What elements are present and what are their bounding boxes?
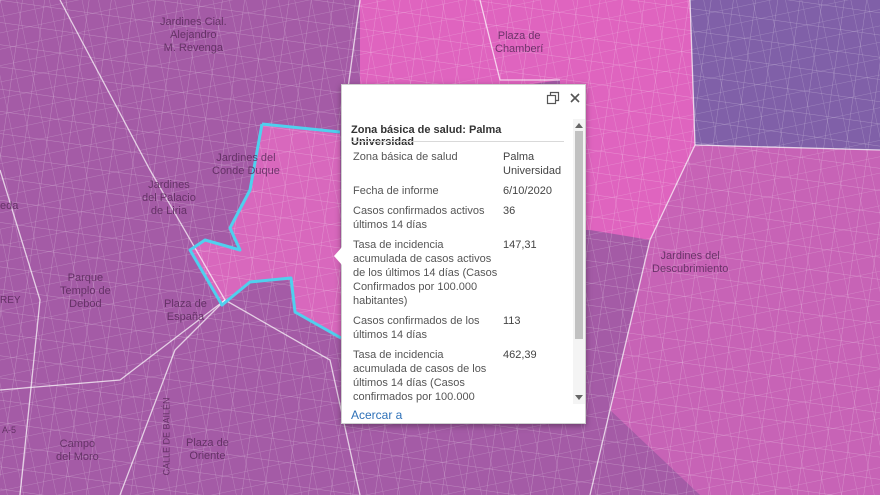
close-icon[interactable]: [568, 91, 582, 105]
map-label-jardines-palacio-liria: Jardines del Palacio de Liria: [142, 179, 196, 217]
attribute-value: 113: [503, 315, 521, 327]
attribute-key: Fecha de informe: [353, 185, 439, 197]
map-label-campo-del-moro: Campo del Moro: [56, 438, 99, 463]
scroll-down-icon[interactable]: [575, 395, 583, 400]
map-label-a5: A-5: [2, 425, 17, 435]
map-label-rey: REY: [0, 295, 21, 306]
attribute-row: Casos confirmados de los últimos 14 días…: [351, 312, 566, 346]
attribute-value: 462,39: [503, 349, 537, 361]
attribute-row: Zona básica de salud Palma Universidad: [351, 148, 566, 182]
map-label-plaza-oriente: Plaza de Oriente: [186, 437, 229, 462]
attribute-table: Zona básica de salud Palma Universidad Fec…: [351, 148, 566, 403]
map-label-calle-bailen: CALLE DE BAILÉN: [161, 397, 172, 476]
map-label-jardines-conde-duque: Jardines del Conde Duque: [212, 152, 280, 177]
dock-icon[interactable]: [546, 91, 560, 105]
attribute-key: Zona básica de salud: [353, 151, 458, 163]
attribute-value: 6/10/2020: [503, 185, 552, 197]
map-label-parque-templo-debod: Parque Templo de Debod: [60, 272, 111, 310]
map-label-plaza-chamberi: Plaza de Chamberí: [495, 30, 544, 55]
popup-title: Zona básica de salud: Palma Universidad: [351, 124, 502, 148]
attribute-row: Tasa de incidencia acumulada de casos ac…: [351, 236, 566, 312]
attribute-value: 36: [503, 205, 516, 217]
map-label-eda: eda: [0, 200, 19, 212]
attribute-key: Casos confirmados de los últimos 14 días: [353, 315, 480, 341]
popup-pointer: [334, 247, 342, 265]
attribute-row: Casos confirmados activos últimos 14 día…: [351, 202, 566, 236]
zoom-to-link[interactable]: Acercar a: [351, 408, 402, 422]
popup-scrollbar[interactable]: [573, 119, 585, 404]
title-divider: [351, 141, 564, 142]
attribute-row: Tasa de incidencia acumulada de casos de…: [351, 346, 566, 403]
attribute-row: Fecha de informe 6/10/2020: [351, 182, 566, 202]
attribute-value: Palma Universidad: [503, 151, 562, 177]
map-label-jardines-descubrimiento: Jardines del Descubrimiento: [652, 250, 729, 275]
attribute-key: Tasa de incidencia acumulada de casos ac…: [353, 239, 498, 307]
map-label-jardines-cial: Jardines Cial. Alejandro M. Revenga: [160, 16, 227, 54]
popup-attribute-list[interactable]: Zona básica de salud Palma Universidad Fec…: [351, 148, 569, 403]
attribute-key: Tasa de incidencia acumulada de casos de…: [353, 349, 487, 403]
map-label-plaza-espana: Plaza de España: [164, 298, 207, 323]
attribute-key: Casos confirmados activos últimos 14 día…: [353, 205, 485, 231]
scroll-up-icon[interactable]: [575, 123, 583, 128]
attribute-value: 147,31: [503, 239, 537, 251]
popup-header: [342, 85, 585, 111]
feature-popup: Zona básica de salud: Palma Universidad …: [334, 84, 586, 424]
scrollbar-thumb[interactable]: [575, 131, 583, 339]
